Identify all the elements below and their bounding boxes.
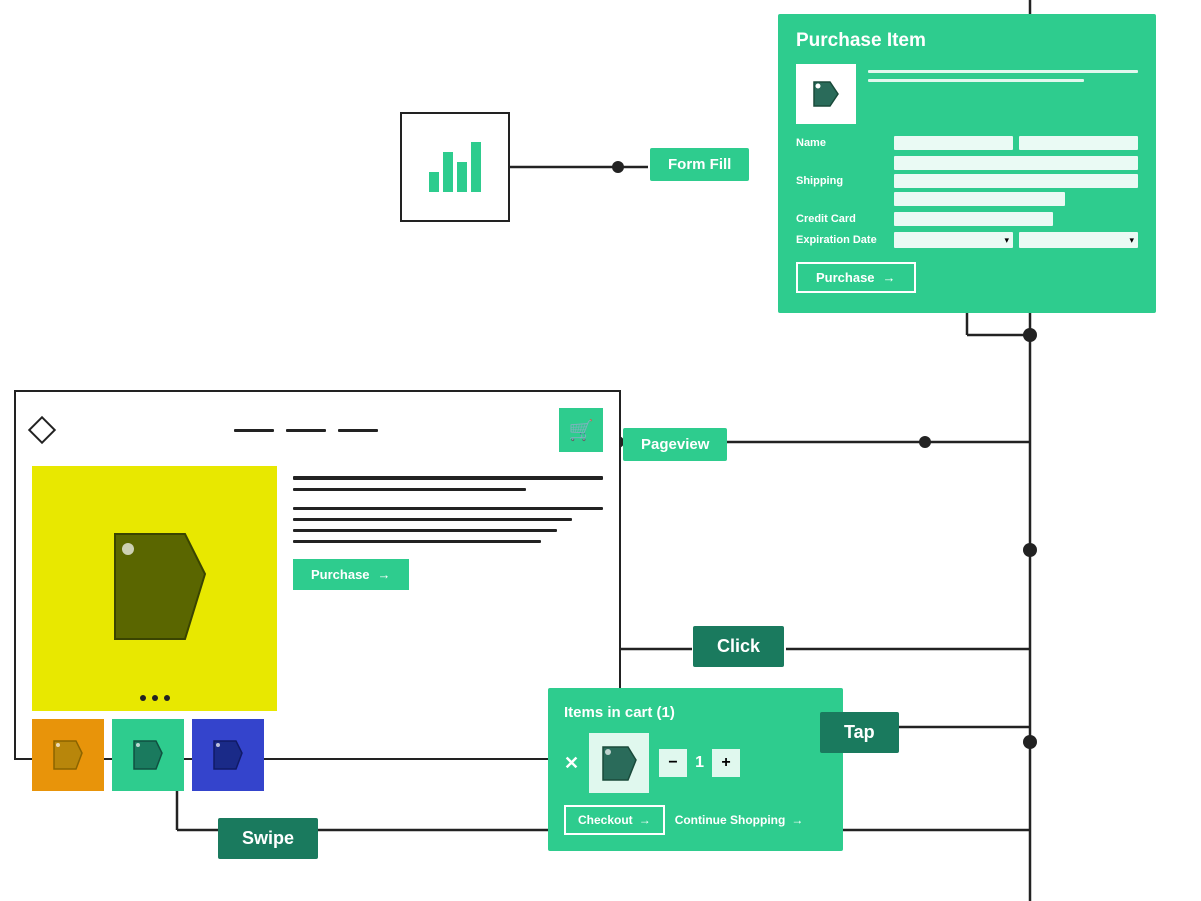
credit-card-label: Credit Card <box>796 213 886 225</box>
purchase-card-title: Purchase Item <box>796 30 1138 52</box>
shipping-label: Shipping <box>796 175 886 187</box>
tap-label: Tap <box>820 712 899 753</box>
header-lines <box>234 429 378 432</box>
product-purchase-button[interactable]: Purchase → <box>293 559 409 590</box>
cart-panel: Items in cart (1) ✕ − 1 + Checkout → Con… <box>548 688 843 851</box>
diamond-icon <box>28 416 56 444</box>
product-main-image <box>32 466 277 711</box>
pageview-label: Pageview <box>623 428 727 461</box>
remove-item-icon[interactable]: ✕ <box>564 753 579 774</box>
click-label: Click <box>693 626 784 667</box>
form-fill-label: Form Fill <box>650 148 749 181</box>
qty-display: 1 <box>695 754 704 772</box>
cart-title: Items in cart (1) <box>564 704 827 721</box>
swipe-label: Swipe <box>218 818 318 859</box>
purchase-button[interactable]: Purchase → <box>796 262 916 293</box>
name-label: Name <box>796 137 886 149</box>
continue-shopping-button[interactable]: Continue Shopping → <box>675 813 804 827</box>
checkout-button[interactable]: Checkout → <box>564 805 665 835</box>
decrease-qty-button[interactable]: − <box>659 749 687 777</box>
product-page: 🛒 <box>14 390 621 760</box>
thumbnail-2[interactable] <box>112 719 184 791</box>
increase-qty-button[interactable]: + <box>712 749 740 777</box>
thumbnail-1[interactable] <box>32 719 104 791</box>
thumbnail-3[interactable] <box>192 719 264 791</box>
product-thumbnails <box>32 719 277 791</box>
cart-item-image <box>589 733 649 793</box>
purchase-card: Purchase Item Name Shipping Credit Card <box>778 14 1156 313</box>
product-image <box>796 64 856 124</box>
bar-chart-icon <box>429 142 481 192</box>
cart-icon-box: 🛒 <box>559 408 603 452</box>
analytics-node <box>400 112 510 222</box>
expiration-label: Expiration Date <box>796 234 886 246</box>
